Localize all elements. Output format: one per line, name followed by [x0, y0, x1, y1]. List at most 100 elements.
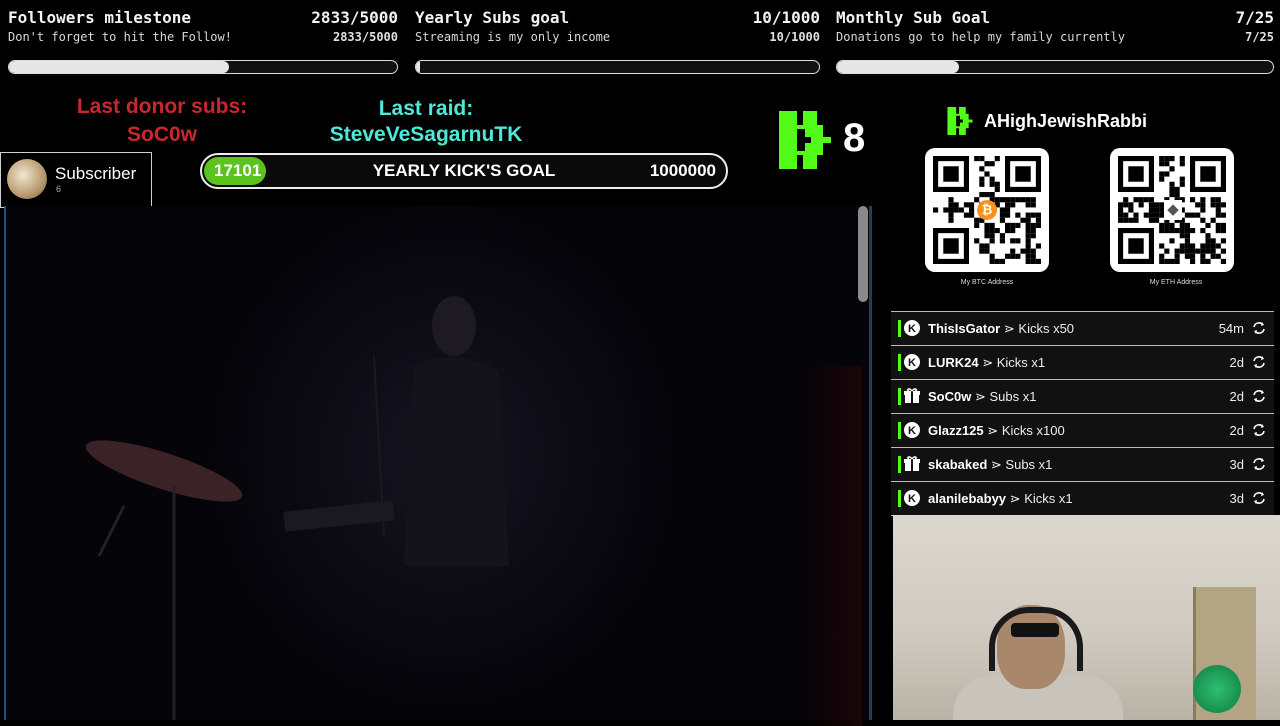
kick-counter: 8 [843, 116, 866, 160]
performer-silhouette [85, 296, 509, 720]
svg-text:K: K [908, 323, 916, 335]
list-item: K ThisIsGator ⋗ Kicks x50 54m [891, 311, 1274, 346]
event-action: Subs x1 [989, 389, 1037, 404]
kick-logo-icon [947, 107, 973, 135]
eth-qr-label: My ETH Address [1149, 279, 1203, 286]
goal-count: 2833/5000 [311, 8, 398, 27]
accent-bar [898, 490, 901, 507]
event-action: Kicks x100 [1001, 423, 1065, 438]
btc-qr-label: My BTC Address [960, 279, 1014, 286]
scrollbar-thumb[interactable] [858, 206, 868, 302]
replay-icon[interactable] [1252, 423, 1266, 437]
goal-title: Monthly Sub Goal [836, 8, 991, 27]
event-separator: ⋗ [987, 423, 999, 438]
avatar [7, 159, 47, 199]
last-raid-name: SteveVeSagarnuTK [329, 123, 523, 146]
event-action: Subs x1 [1005, 457, 1053, 472]
event-text: ThisIsGator ⋗ Kicks x50 [928, 321, 1074, 337]
sunglasses [1011, 623, 1059, 637]
goal-progress-fill [837, 61, 960, 73]
goal-progress-bar [8, 60, 398, 74]
goal-yearly-subs: Yearly Subs goal 10/1000 Streaming is my… [407, 0, 826, 82]
btc-qr-code: ₿ [925, 148, 1049, 272]
event-time: 3d [1229, 491, 1244, 506]
goal-subtitle: Don't forget to hit the Follow! [8, 30, 232, 44]
kick-goal-bar: YEARLY KICK'S GOAL 17101 1000000 [200, 153, 728, 189]
event-user: skabaked [928, 457, 988, 472]
event-separator: ⋗ [1003, 321, 1015, 336]
channel-name: AHighJewishRabbi [984, 111, 1148, 131]
last-raid: Last raid: SteveVeSagarnuTK [318, 96, 534, 148]
goal-title: Yearly Subs goal [415, 8, 570, 27]
kick-icon: K [904, 320, 920, 336]
ethereum-icon: ◆ [1164, 200, 1182, 220]
accent-bar [898, 456, 901, 473]
webcam-feed [893, 515, 1280, 720]
subscriber-card: Subscriber 6 [0, 152, 152, 208]
goal-subtitle: Streaming is my only income [415, 30, 611, 44]
event-user: SoC0w [928, 389, 972, 404]
last-donor: Last donor subs: SoC0w [62, 93, 262, 149]
event-separator: ⋗ [974, 389, 986, 404]
gift-icon [904, 388, 920, 403]
event-text: LURK24 ⋗ Kicks x1 [928, 355, 1045, 371]
kick-goal-current: 17101 [214, 161, 262, 180]
svg-text:K: K [908, 425, 916, 437]
goal-progress-bar [836, 60, 1274, 74]
event-user: ThisIsGator [928, 321, 1001, 336]
goal-count-small: 7/25 [1245, 30, 1274, 44]
kick-icon: K [904, 490, 920, 506]
goal-subtitle: Donations go to help my family currently [836, 30, 1125, 44]
goal-count: 7/25 [1235, 8, 1274, 27]
kick-icon: K [904, 354, 920, 370]
goal-followers: Followers milestone 2833/5000 Don't forg… [0, 0, 404, 82]
list-item: K Glazz125 ⋗ Kicks x100 2d [891, 414, 1274, 448]
event-action: Kicks x1 [1024, 491, 1073, 506]
headphones [989, 607, 1083, 671]
kick-logo-icon [779, 111, 831, 169]
event-separator: ⋗ [990, 457, 1002, 472]
event-time: 2d [1229, 389, 1244, 404]
replay-icon[interactable] [1252, 355, 1266, 369]
list-item: skabaked ⋗ Subs x1 3d [891, 448, 1274, 482]
goal-count-small: 2833/5000 [332, 30, 398, 44]
goal-monthly-subs: Monthly Sub Goal 7/25 Donations go to he… [828, 0, 1280, 82]
event-user: Glazz125 [928, 423, 984, 438]
goal-count: 10/1000 [752, 8, 820, 27]
event-time: 3d [1229, 457, 1244, 472]
goal-progress-bar [415, 60, 820, 74]
event-time: 2d [1229, 355, 1244, 370]
goal-count-small: 10/1000 [769, 30, 820, 44]
last-donor-name: SoC0w [126, 123, 197, 146]
bitcoin-icon: ₿ [977, 200, 997, 220]
event-text: Glazz125 ⋗ Kicks x100 [928, 423, 1065, 439]
event-action: Kicks x1 [996, 355, 1046, 370]
event-action: Kicks x50 [1018, 321, 1075, 336]
svg-text:K: K [908, 493, 916, 505]
green-gem-icon [1193, 665, 1241, 713]
replay-icon[interactable] [1252, 457, 1266, 471]
last-donor-label: Last donor subs: [76, 95, 248, 118]
stream-video [4, 206, 872, 726]
event-time: 54m [1218, 321, 1244, 336]
accent-bar [898, 422, 901, 439]
svg-text:K: K [908, 357, 916, 369]
event-user: alanilebabyy [928, 491, 1007, 506]
recent-events-list: K ThisIsGator ⋗ Kicks x50 54m K LURK24 ⋗… [891, 311, 1274, 516]
event-text: SoC0w ⋗ Subs x1 [928, 389, 1036, 405]
replay-icon[interactable] [1252, 491, 1266, 505]
event-separator: ⋗ [982, 355, 994, 370]
accent-bar [898, 354, 901, 371]
list-item: K LURK24 ⋗ Kicks x1 2d [891, 346, 1274, 380]
event-text: skabaked ⋗ Subs x1 [928, 457, 1052, 473]
list-item: SoC0w ⋗ Subs x1 2d [891, 380, 1274, 414]
replay-icon[interactable] [1252, 389, 1266, 403]
event-user: LURK24 [928, 355, 979, 370]
gift-icon [904, 456, 920, 471]
event-time: 2d [1229, 423, 1244, 438]
accent-bar [898, 320, 901, 337]
goal-progress-fill [9, 61, 229, 73]
goal-title: Followers milestone [8, 8, 192, 27]
replay-icon[interactable] [1252, 321, 1266, 335]
event-text: alanilebabyy ⋗ Kicks x1 [928, 491, 1073, 507]
